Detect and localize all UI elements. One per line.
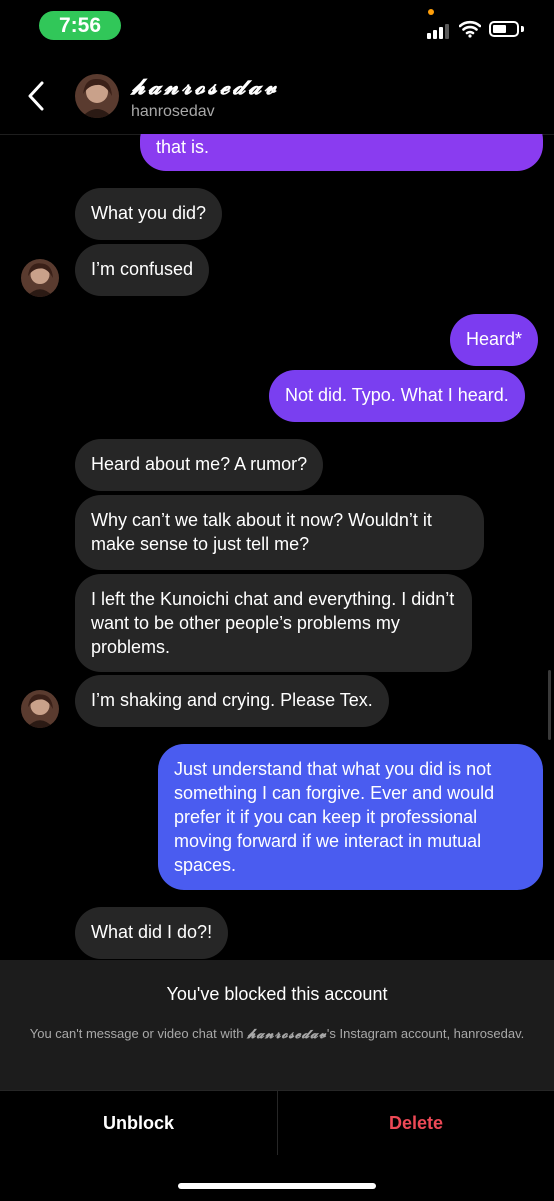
message-text: that is. (156, 137, 210, 157)
home-indicator[interactable] (178, 1183, 376, 1189)
header-username[interactable]: hanrosedav (131, 103, 215, 121)
message-text: I’m shaking and crying. Please Tex. (91, 690, 373, 710)
message-outgoing[interactable]: Just understand that what you did is not… (158, 744, 543, 890)
blocked-desc-suffix: 's Instagram account, hanrosedav. (326, 1026, 525, 1041)
chat-header: 𝓱𝓪𝓷𝓻𝓸𝓼𝓮𝓭𝓪𝓿 hanrosedav (0, 52, 554, 135)
delete-button[interactable]: Delete (278, 1091, 554, 1155)
header-display-name[interactable]: 𝓱𝓪𝓷𝓻𝓸𝓼𝓮𝓭𝓪𝓿 (131, 74, 279, 100)
battery-cap (521, 26, 524, 32)
blocked-desc-prefix: You can't message or video chat with (29, 1026, 248, 1041)
status-bar: 7:56 (0, 0, 554, 52)
message-text: I left the Kunoichi chat and everything.… (91, 589, 455, 657)
message-incoming[interactable]: Heard about me? A rumor? (75, 439, 324, 491)
blocked-notice: You've blocked this account You can't me… (0, 960, 554, 1090)
message-incoming[interactable]: What you did? (75, 188, 223, 240)
message-outgoing[interactable]: Not did. Typo. What I heard. (269, 370, 525, 422)
message-incoming[interactable]: What did I do?! (75, 907, 229, 959)
back-icon[interactable] (22, 78, 52, 114)
signal-icon (427, 23, 451, 39)
privacy-indicator-dot (428, 9, 434, 15)
message-incoming[interactable]: I’m shaking and crying. Please Tex. (75, 675, 389, 727)
message-text: I’m confused (91, 259, 194, 279)
message-thread[interactable]: that is. What you did? I’m confused Hear… (0, 134, 554, 960)
wifi-icon (459, 20, 481, 38)
blocked-desc-name: 𝓱𝓪𝓷𝓻𝓸𝓼𝓮𝓭𝓪𝓿 (247, 1027, 327, 1042)
message-text: Just understand that what you did is not… (174, 759, 495, 875)
battery-icon (489, 21, 519, 37)
unblock-button[interactable]: Unblock (0, 1091, 277, 1155)
avatar[interactable] (75, 74, 119, 118)
message-text: Not did. Typo. What I heard. (285, 385, 509, 405)
status-time: 7:56 (39, 11, 121, 40)
sender-avatar[interactable] (21, 259, 59, 297)
message-incoming[interactable]: I’m confused (75, 244, 210, 296)
message-text: Heard* (466, 329, 523, 349)
message-text: Why can’t we talk about it now? Wouldn’t… (91, 510, 432, 554)
message-outgoing[interactable]: that is. (140, 134, 543, 171)
message-outgoing[interactable]: Heard* (450, 314, 539, 366)
message-text: Heard about me? A rumor? (91, 454, 308, 474)
blocked-description: You can't message or video chat with 𝓱𝓪𝓷… (20, 1025, 534, 1043)
message-text: What did I do?! (91, 922, 213, 942)
scrollbar-thumb[interactable] (548, 670, 551, 740)
sender-avatar[interactable] (21, 690, 59, 728)
blocked-title: You've blocked this account (166, 984, 388, 1004)
message-text: What you did? (91, 203, 207, 223)
message-incoming[interactable]: I left the Kunoichi chat and everything.… (75, 574, 472, 672)
message-incoming[interactable]: Why can’t we talk about it now? Wouldn’t… (75, 495, 484, 570)
